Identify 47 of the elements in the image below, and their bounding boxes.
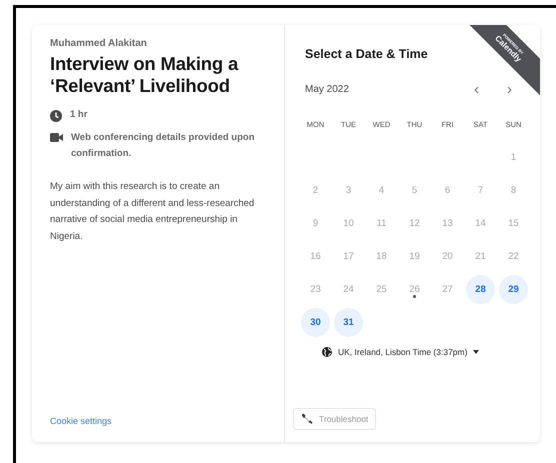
date-button[interactable]: 17 <box>334 242 363 271</box>
date-button[interactable]: 10 <box>334 209 363 238</box>
date-button[interactable]: 19 <box>400 242 429 271</box>
date-button[interactable]: 5 <box>400 176 429 205</box>
available-date-button[interactable]: 31 <box>334 308 363 337</box>
event-description: My aim with this research is to create an understanding of a different and less-researched narrative of social media entrepreneurship in Nigeria. <box>50 180 256 244</box>
date-button[interactable]: 4 <box>367 176 396 205</box>
timezone-selector[interactable]: UK, Ireland, Lisbon Time (3:37pm) <box>322 347 480 357</box>
date-button[interactable]: 1 <box>499 143 528 172</box>
date-button[interactable]: 2 <box>301 176 330 205</box>
picker-heading: Select a Date & Time <box>305 47 428 61</box>
date-button[interactable]: 8 <box>499 176 528 205</box>
date-button[interactable]: 22 <box>499 242 528 271</box>
date-button[interactable]: 23 <box>301 275 330 304</box>
location-text: Web conferencing details provided upon confirmation. <box>71 131 256 161</box>
date-button[interactable]: 18 <box>367 242 396 271</box>
globe-icon <box>322 347 332 357</box>
date-button[interactable]: 11 <box>367 209 396 238</box>
date-button[interactable]: 20 <box>433 242 462 271</box>
available-date-button[interactable]: 28 <box>466 275 495 304</box>
date-button[interactable]: 21 <box>466 242 495 271</box>
available-date-button[interactable]: 30 <box>301 308 330 337</box>
date-button[interactable]: 16 <box>301 242 330 271</box>
available-date-button[interactable]: 29 <box>499 275 528 304</box>
caret-icon <box>473 350 480 354</box>
date-button[interactable]: 7 <box>466 176 495 205</box>
date-button[interactable]: 26 <box>400 275 429 304</box>
date-button[interactable]: 12 <box>400 209 429 238</box>
date-button[interactable]: 15 <box>499 209 528 238</box>
date-button[interactable]: 6 <box>433 176 462 205</box>
video-camera-icon <box>50 133 63 142</box>
date-button[interactable]: 24 <box>334 275 363 304</box>
organizer-name: Muhammed Alakitan <box>50 38 148 49</box>
cookie-settings-link[interactable]: Cookie settings <box>50 416 112 426</box>
troubleshoot-button[interactable]: Troubleshoot <box>293 408 376 430</box>
date-button[interactable]: 3 <box>334 176 363 205</box>
previous-month-button[interactable]: ‹ <box>460 81 493 98</box>
clock-icon <box>50 110 62 122</box>
duration-text: 1 hr <box>70 108 88 122</box>
date-button[interactable]: 9 <box>301 209 330 238</box>
month-label: May 2022 <box>305 84 350 95</box>
date-button[interactable]: 25 <box>367 275 396 304</box>
next-month-button[interactable]: › <box>493 81 526 98</box>
event-title: Interview on Making a ‘Relevant’ Livelihood <box>50 53 240 97</box>
date-button[interactable]: 27 <box>433 275 462 304</box>
date-button[interactable]: 13 <box>433 209 462 238</box>
date-button[interactable]: 14 <box>466 209 495 238</box>
